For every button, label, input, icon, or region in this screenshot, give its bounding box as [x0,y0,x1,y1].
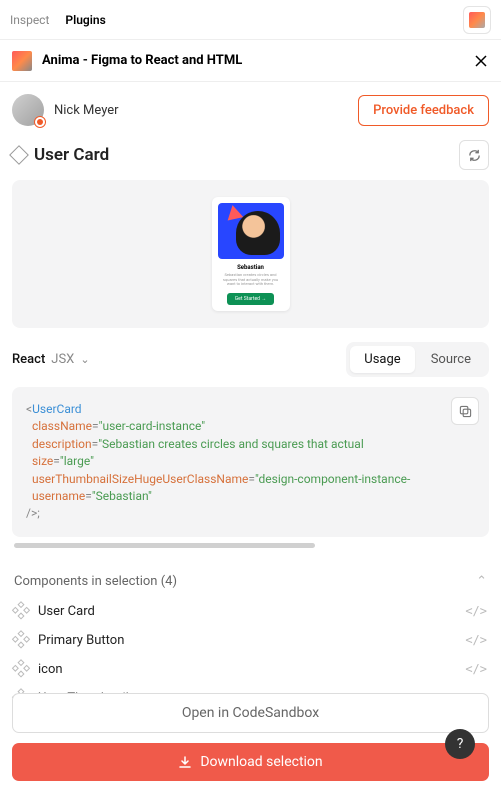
user-name: Nick Meyer [54,103,119,118]
components-heading-row[interactable]: Components in selection (4) ⌃ [12,566,489,597]
plugin-header: Anima - Figma to React and HTML [0,40,501,82]
action-buttons: Open in CodeSandbox Download selection [12,693,489,781]
user-row: Nick Meyer Provide feedback [12,94,489,126]
component-set-icon [11,659,31,679]
tab-plugins[interactable]: Plugins [65,13,105,27]
component-name: User Card [38,604,95,619]
download-icon [178,755,192,769]
preview-card: Sebastian Sebastian creates circles and … [212,197,290,311]
code-panel[interactable]: <UserCard className="user-card-instance"… [12,387,489,537]
components-heading: Components in selection (4) [14,574,177,589]
component-name: icon [38,662,63,677]
anima-icon [12,51,32,71]
copy-button[interactable] [451,397,479,425]
tab-inspect[interactable]: Inspect [10,13,49,27]
avatar-badge-icon [34,116,46,128]
anima-icon [469,12,485,28]
horizontal-scrollbar[interactable] [14,543,315,548]
copy-icon [459,405,472,418]
lang-syntax: JSX [51,352,74,367]
title-row: User Card [12,140,489,170]
component-set-icon [11,601,31,621]
provide-feedback-button[interactable]: Provide feedback [358,95,489,126]
code-link-icon[interactable]: </> [465,604,487,618]
refresh-icon [467,148,482,163]
preview-card-cta: Get Started → [227,293,274,305]
code-view-segments: Usage Source [346,342,489,377]
code-link-icon[interactable]: </> [465,662,487,676]
download-selection-button[interactable]: Download selection [12,743,489,781]
preview-panel: Sebastian Sebastian creates circles and … [12,180,489,328]
chevron-up-icon: ⌃ [476,574,487,589]
topbar: Inspect Plugins [0,0,501,40]
segment-usage[interactable]: Usage [350,346,414,373]
code-content[interactable]: <UserCard className="user-card-instance"… [26,401,475,523]
refresh-button[interactable] [459,140,489,170]
component-icon [9,145,29,165]
code-link-icon[interactable]: </> [465,633,487,647]
page-title: User Card [34,145,109,165]
component-row-primary-button[interactable]: Primary Button </> [12,626,489,655]
chevron-down-icon: ⌄ [80,353,89,366]
plugin-launcher-button[interactable] [463,6,491,34]
topbar-tabs: Inspect Plugins [10,13,106,27]
open-codesandbox-button[interactable]: Open in CodeSandbox [12,693,489,733]
preview-card-desc: Sebastian creates circles and squares th… [218,273,284,287]
preview-card-name: Sebastian [237,264,264,271]
content-scroll[interactable]: Nick Meyer Provide feedback User Card Se… [0,82,501,793]
lang-dropdown[interactable]: React JSX ⌄ [12,352,90,367]
preview-user-thumbnail [218,203,284,259]
component-set-icon [11,630,31,650]
close-icon[interactable] [473,53,489,69]
avatar[interactable] [12,94,44,126]
lang-framework: React [12,352,45,367]
plugin-title: Anima - Figma to React and HTML [42,53,242,68]
help-button[interactable]: ? [445,729,475,759]
component-name: Primary Button [38,633,124,648]
lang-row: React JSX ⌄ Usage Source [12,342,489,377]
download-label: Download selection [200,754,322,770]
component-row-user-card[interactable]: User Card </> [12,597,489,626]
component-row-icon[interactable]: icon </> [12,655,489,684]
segment-source[interactable]: Source [417,346,485,373]
